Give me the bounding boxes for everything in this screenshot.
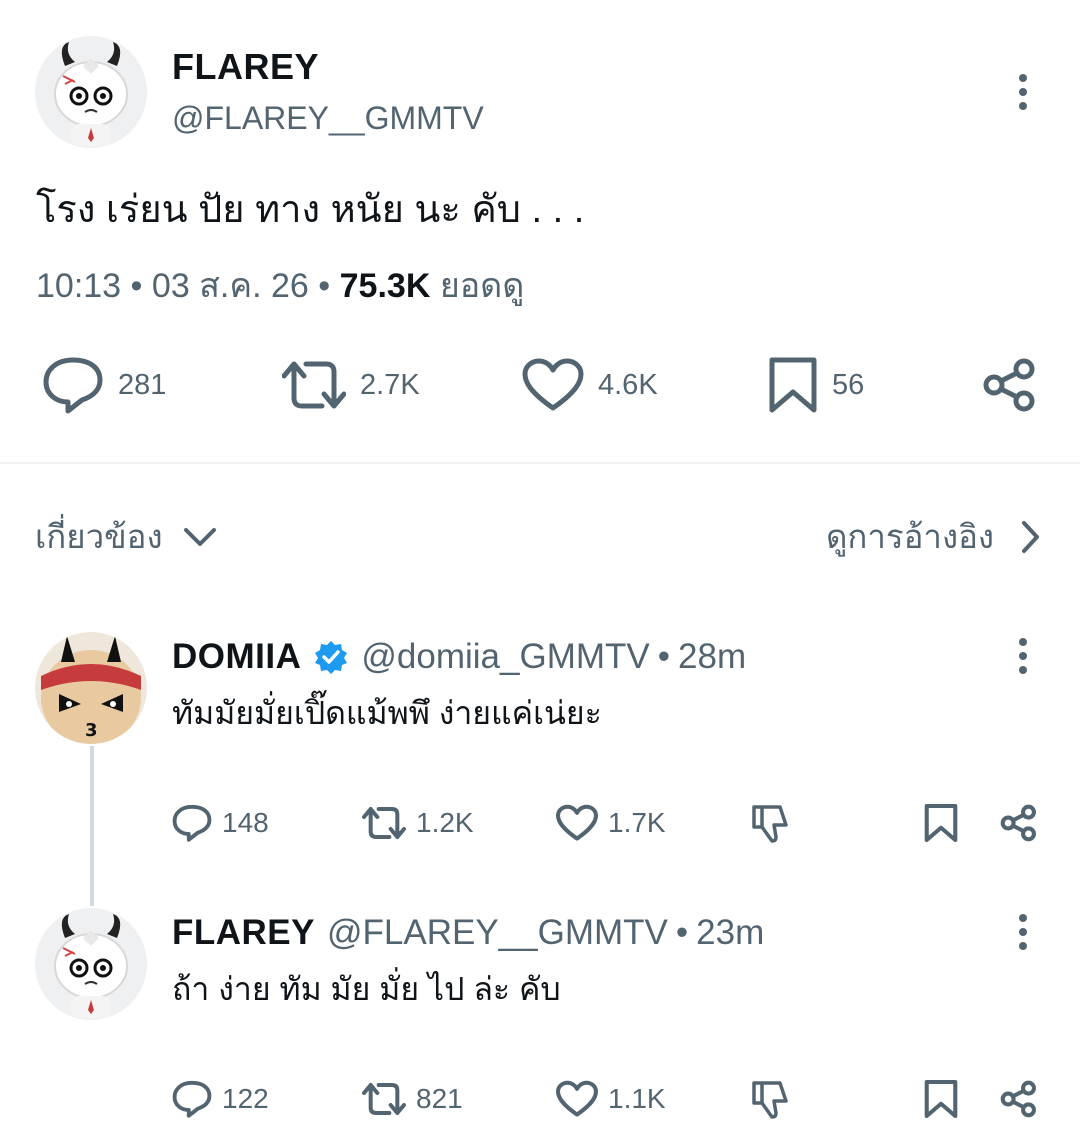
like-button[interactable]: 4.6K [522, 355, 658, 415]
reply-button[interactable]: 281 [42, 355, 166, 415]
reply-display-name[interactable]: DOMIIA [172, 637, 301, 677]
author-handle[interactable]: @FLAREY__GMMTV [172, 100, 484, 137]
related-toggle[interactable]: เกี่ยวข้อง [35, 510, 217, 563]
reply-display-name[interactable]: FLAREY [172, 913, 315, 953]
downvote-button[interactable] [750, 800, 790, 846]
reply-count: 122 [222, 1083, 269, 1114]
share-button[interactable] [982, 355, 1038, 415]
share-icon [982, 357, 1038, 413]
share-icon [1000, 1080, 1038, 1118]
reply-icon [172, 1080, 212, 1118]
author-display-name[interactable]: FLAREY [172, 46, 319, 88]
chevron-right-icon [1020, 520, 1040, 554]
like-count: 4.6K [598, 368, 658, 401]
meta-separator: • [318, 267, 331, 305]
downvote-icon [750, 1079, 790, 1119]
reply-text: ทัมมัยมั่ยเปิ๊ดแม้พพึ ง่ายแค่เน่ยะ [172, 695, 602, 731]
chevron-down-icon [183, 526, 217, 548]
thread-line [90, 746, 94, 906]
like-count: 1.7K [608, 807, 666, 838]
like-count: 1.1K [608, 1083, 666, 1114]
share-icon [1000, 804, 1038, 842]
reply-icon [172, 804, 212, 842]
like-icon [556, 804, 598, 842]
author-avatar[interactable] [35, 36, 147, 148]
meta-separator: • [675, 913, 689, 952]
bookmark-icon [924, 1079, 958, 1119]
reply-text: ถ้า ง่าย ทัม มัย มั่ย ไป ล่ะ คับ [172, 971, 561, 1007]
repost-button[interactable]: 1.2K [362, 800, 474, 846]
section-divider [0, 462, 1080, 464]
tweet-text: โรง เร่ยน ปัย ทาง หนัย นะ คับ . . . [36, 189, 585, 231]
bookmark-button[interactable] [924, 800, 958, 846]
meta-separator: • [130, 267, 143, 305]
bookmark-count: 56 [832, 368, 865, 401]
meta-separator: • [657, 637, 671, 676]
like-icon [556, 1080, 598, 1118]
reply-age[interactable]: 23m [696, 913, 764, 953]
bookmark-icon [924, 803, 958, 843]
view-quotes-link[interactable]: ดูการอ้างอิง [826, 510, 1040, 563]
share-button[interactable] [1000, 800, 1038, 846]
reply-count: 281 [118, 368, 167, 401]
bookmark-icon [768, 356, 818, 414]
bookmark-button[interactable] [924, 1076, 958, 1122]
repost-icon [282, 358, 346, 412]
like-icon [522, 358, 584, 412]
reply-header: DOMIIA @domiia_GMMTV • 28m [172, 637, 746, 677]
repost-count: 1.2K [416, 807, 474, 838]
downvote-button[interactable] [750, 1076, 790, 1122]
reply-header: FLAREY @FLAREY__GMMTV • 23m [172, 913, 764, 953]
views-count: 75.3K [339, 267, 431, 305]
reply-avatar[interactable]: 3 [35, 632, 147, 744]
more-icon[interactable] [1013, 636, 1033, 676]
repost-count: 2.7K [360, 368, 420, 401]
views-label: ยอดดู [439, 267, 525, 305]
reply-age[interactable]: 28m [678, 637, 746, 677]
reply-handle[interactable]: @domiia_GMMTV [361, 637, 649, 677]
related-label: เกี่ยวข้อง [35, 518, 163, 555]
view-quotes-label: ดูการอ้างอิง [825, 518, 994, 555]
reply-button[interactable]: 148 [172, 800, 269, 846]
repost-count: 821 [416, 1083, 463, 1114]
repost-icon [362, 1081, 406, 1117]
reply-count: 148 [222, 807, 269, 838]
tweet-date[interactable]: 03 ส.ค. 26 [152, 267, 309, 305]
verified-badge-icon [313, 639, 349, 675]
bookmark-button[interactable]: 56 [768, 355, 864, 415]
reply-handle[interactable]: @FLAREY__GMMTV [327, 913, 668, 953]
more-icon[interactable] [1013, 72, 1033, 112]
repost-icon [362, 805, 406, 841]
downvote-icon [750, 803, 790, 843]
reply-icon [42, 356, 104, 414]
svg-text:3: 3 [85, 720, 98, 741]
like-button[interactable]: 1.1K [556, 1076, 666, 1122]
repost-button[interactable]: 2.7K [282, 355, 420, 415]
tweet-time[interactable]: 10:13 [36, 267, 121, 305]
reply-button[interactable]: 122 [172, 1076, 269, 1122]
more-icon[interactable] [1013, 912, 1033, 952]
repost-button[interactable]: 821 [362, 1076, 463, 1122]
share-button[interactable] [1000, 1076, 1038, 1122]
tweet-meta: 10:13 • 03 ส.ค. 26 • 75.3K ยอดดู [36, 258, 524, 312]
like-button[interactable]: 1.7K [556, 800, 666, 846]
reply-avatar[interactable] [35, 908, 147, 1020]
